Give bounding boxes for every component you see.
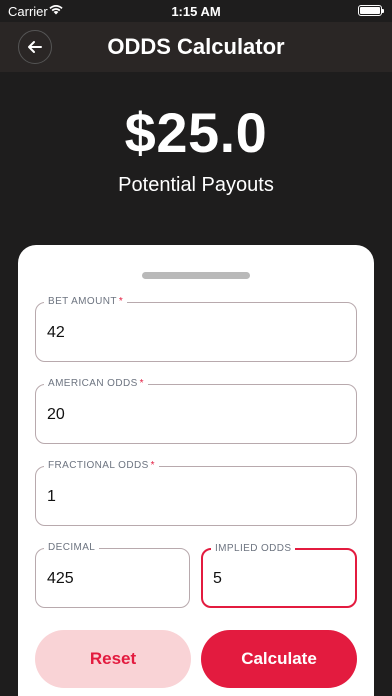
bet-amount-value[interactable]: 42 xyxy=(47,324,65,342)
decimal-label: DECIMAL xyxy=(44,542,100,554)
drag-handle[interactable] xyxy=(142,272,250,279)
fractional-odds-value[interactable]: 1 xyxy=(47,488,56,506)
status-bar: Carrier 1:15 AM xyxy=(0,0,392,22)
fractional-odds-field[interactable]: FRACTIONAL ODDS * 1 xyxy=(35,460,357,526)
implied-odds-field[interactable]: IMPLIED ODDS 5 xyxy=(201,543,357,608)
bet-amount-label: BET AMOUNT * xyxy=(44,296,128,308)
page-title: ODDS Calculator xyxy=(107,34,285,59)
implied-odds-label: IMPLIED ODDS xyxy=(211,543,296,555)
navigation-bar: ODDS Calculator xyxy=(0,22,392,72)
calculator-card: BET AMOUNT * 42 AMERICAN ODDS * 20 FRACTIO… xyxy=(18,245,374,696)
bet-amount-field[interactable]: BET AMOUNT * 42 xyxy=(35,296,357,362)
implied-odds-value[interactable]: 5 xyxy=(213,570,222,588)
decimal-field[interactable]: DECIMAL 425 xyxy=(35,542,190,608)
battery-icon xyxy=(358,5,384,16)
reset-button[interactable]: Reset xyxy=(35,630,191,688)
fractional-odds-label: FRACTIONAL ODDS * xyxy=(44,460,159,472)
status-time: 1:15 AM xyxy=(171,4,221,19)
american-odds-value[interactable]: 20 xyxy=(47,406,65,424)
payout-label: Potential Payouts xyxy=(118,174,274,196)
calculate-button[interactable]: Calculate xyxy=(201,630,357,688)
decimal-value[interactable]: 425 xyxy=(47,570,74,588)
payout-amount: $25.0 xyxy=(124,101,268,164)
american-odds-field[interactable]: AMERICAN ODDS * 20 xyxy=(35,378,357,444)
american-odds-label: AMERICAN ODDS * xyxy=(44,378,148,390)
